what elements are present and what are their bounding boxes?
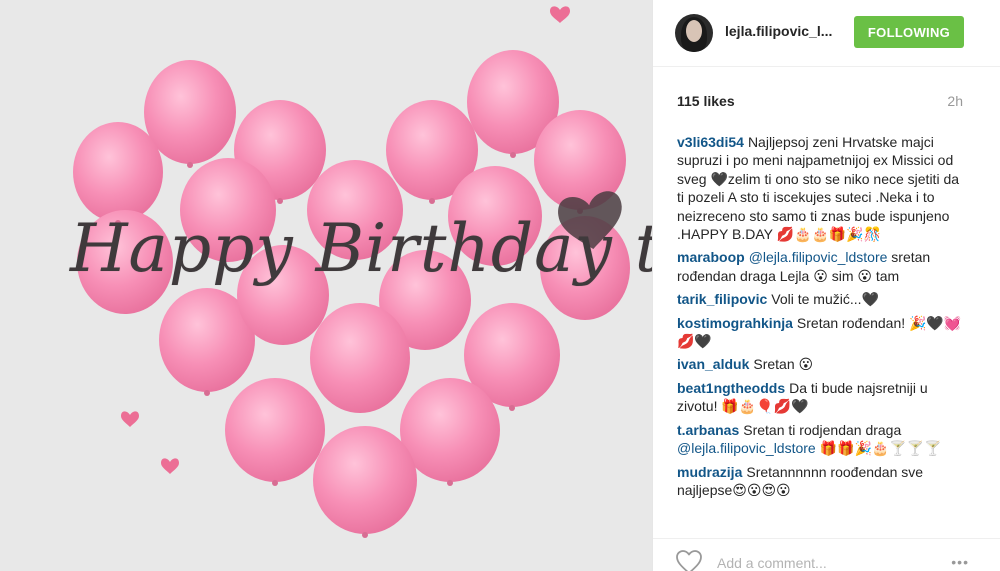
- comment-item: mudrazija Sretannnnnn roođendan sve najlj…: [677, 463, 967, 500]
- post-photo[interactable]: Happy Birthday to me: [0, 0, 652, 571]
- comment-username[interactable]: kostimograhkinja: [677, 315, 793, 331]
- comment-emoji: 🎁🎁🎉🎂🍸🍸🍸: [819, 440, 942, 457]
- username-link[interactable]: lejla.filipovic_l...: [725, 23, 832, 39]
- comment-username[interactable]: maraboop: [677, 249, 745, 265]
- avatar[interactable]: [675, 14, 713, 52]
- following-button[interactable]: FOLLOWING: [854, 16, 964, 48]
- comment-mention[interactable]: @lejla.filipovic_ldstore: [677, 440, 816, 456]
- comment-item: kostimograhkinja Sretan rođendan! 🎉🖤💓💋🖤: [677, 314, 967, 351]
- comment-username[interactable]: tarik_filipovic: [677, 291, 767, 307]
- comment-username[interactable]: beat1ngtheodds: [677, 380, 785, 396]
- post-footer: •••: [653, 538, 1000, 571]
- post-details-panel: lejla.filipovic_l... FOLLOWING 115 likes…: [652, 0, 1000, 571]
- comment-username[interactable]: ivan_alduk: [677, 356, 749, 372]
- comment-text: Sretan ti rodjendan draga: [743, 421, 902, 438]
- comment-text: Sretan 😮: [753, 356, 814, 373]
- likes-count[interactable]: 115 likes: [677, 93, 735, 109]
- comment-item: maraboop @lejla.filipovic_ldstore sretan …: [677, 248, 967, 285]
- instagram-post: Happy Birthday to me lejla.filipovic_l..…: [0, 0, 1000, 571]
- comment-item: ivan_alduk Sretan 😮: [677, 355, 967, 373]
- comment-item: beat1ngtheodds Da ti bude najsretniji u z…: [677, 379, 967, 416]
- comment-text: Najljepsoj zeni Hrvatske majci supruzi i…: [677, 134, 960, 243]
- comment-item: v3li63di54 Najljepsoj zeni Hrvatske majci…: [677, 133, 967, 243]
- more-options-button[interactable]: •••: [951, 555, 969, 569]
- comment-username[interactable]: mudrazija: [677, 464, 742, 480]
- comments-list: v3li63di54 Najljepsoj zeni Hrvatske majci…: [677, 133, 967, 504]
- post-timestamp[interactable]: 2h: [947, 93, 963, 109]
- post-header: lejla.filipovic_l... FOLLOWING: [653, 0, 1000, 67]
- photo-caption: Happy Birthday to me: [70, 210, 652, 287]
- comment-item: t.arbanas Sretan ti rodjendan draga @lejl…: [677, 421, 967, 458]
- comment-mention[interactable]: @lejla.filipovic_ldstore: [749, 249, 888, 265]
- comment-username[interactable]: v3li63di54: [677, 134, 744, 150]
- comment-text: Voli te mužić...🖤: [771, 291, 879, 308]
- add-comment-input[interactable]: [715, 551, 939, 571]
- comment-item: tarik_filipovic Voli te mužić...🖤: [677, 290, 967, 308]
- comment-username[interactable]: t.arbanas: [677, 422, 739, 438]
- like-heart-icon[interactable]: [675, 549, 703, 571]
